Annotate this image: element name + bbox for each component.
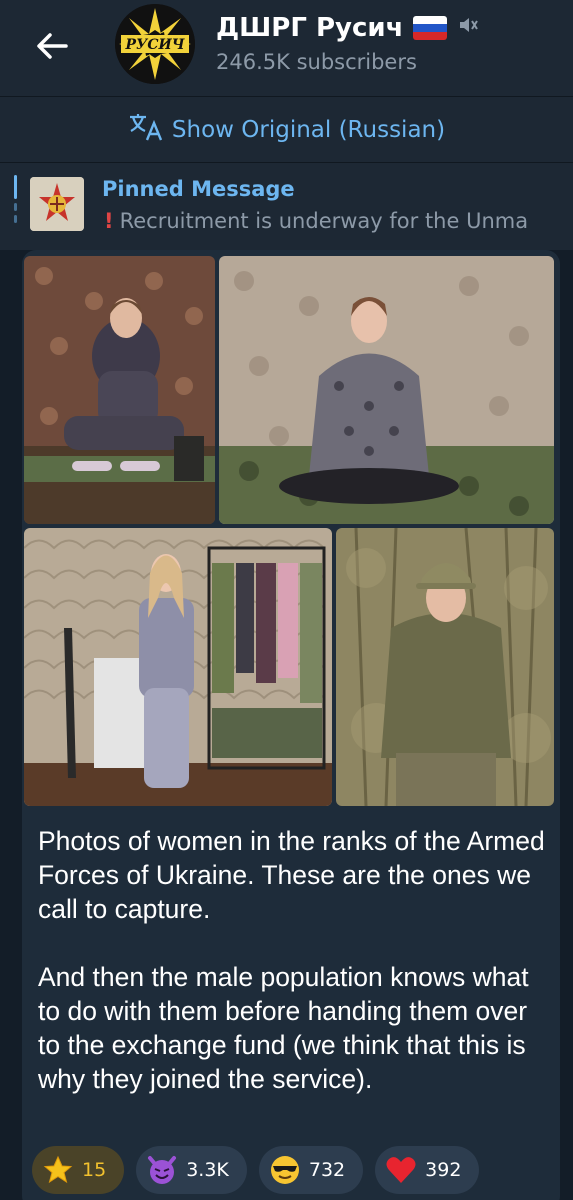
channel-title[interactable]: ДШРГ Русич: [216, 10, 479, 46]
muted-icon: [457, 13, 479, 43]
pinned-indicator: [14, 203, 17, 211]
russia-flag-icon: [413, 16, 448, 40]
message-bubble[interactable]: Photos of women in the ranks of the Arme…: [22, 250, 560, 1200]
channel-name: ДШРГ Русич: [216, 13, 404, 43]
pinned-indicator: [14, 175, 17, 199]
reaction-count: 15: [82, 1159, 107, 1181]
subscriber-count: 246.5K subscribers: [216, 50, 417, 74]
reactions-bar: 15 3.3K 732 392: [32, 1146, 480, 1194]
photo-1[interactable]: [24, 256, 215, 524]
channel-avatar[interactable]: РУСИЧ: [115, 4, 195, 84]
heart-icon: [385, 1154, 417, 1186]
pinned-title: Pinned Message: [102, 177, 295, 201]
caption-paragraph: Photos of women in the ranks of the Arme…: [38, 826, 545, 924]
pinned-message-bar[interactable]: Pinned Message ! Recruitment is underway …: [0, 162, 573, 250]
svg-text:РУСИЧ: РУСИЧ: [124, 37, 185, 53]
pinned-preview: Recruitment is underway for the Unma: [119, 209, 529, 233]
sunglasses-face-icon: [269, 1154, 301, 1186]
photo-2[interactable]: [219, 256, 554, 524]
back-arrow-icon[interactable]: [30, 24, 74, 68]
reaction-sunglasses-button[interactable]: 732: [258, 1146, 364, 1194]
reaction-count: 392: [425, 1159, 462, 1181]
reaction-devil-button[interactable]: 3.3K: [136, 1146, 247, 1194]
show-original-label: Show Original (Russian): [171, 116, 446, 143]
reaction-star-button[interactable]: 15: [32, 1146, 125, 1194]
photo-4[interactable]: [336, 528, 554, 806]
star-icon: [42, 1154, 74, 1186]
exclamation-icon: !: [104, 209, 114, 233]
pinned-indicator: [14, 215, 17, 223]
smiling-devil-icon: [146, 1154, 178, 1186]
pinned-thumbnail: [30, 177, 84, 231]
reaction-heart-button[interactable]: 392: [375, 1146, 480, 1194]
chat-header: РУСИЧ ДШРГ Русич 246.5K subscribers: [0, 0, 573, 96]
show-original-button[interactable]: Show Original (Russian): [0, 96, 573, 162]
caption-paragraph: And then the male population knows what …: [38, 962, 529, 1094]
photo-3[interactable]: [24, 528, 332, 806]
translate-icon: [128, 112, 164, 148]
reaction-count: 732: [308, 1159, 346, 1181]
pinned-text: ! Recruitment is underway for the Unma: [104, 209, 528, 233]
message-caption: Photos of women in the ranks of the Arme…: [38, 824, 548, 1130]
reaction-count: 3.3K: [186, 1159, 229, 1181]
